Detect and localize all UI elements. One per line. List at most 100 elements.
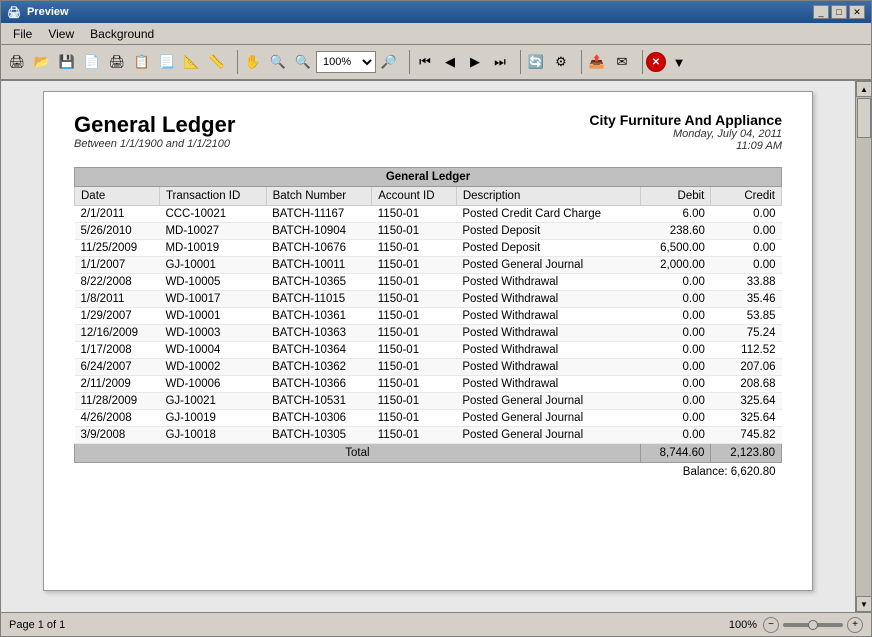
table-row: 2/1/2011 CCC-10021 BATCH-11167 1150-01 P… bbox=[75, 206, 782, 223]
cell-description: Posted Deposit bbox=[456, 223, 640, 240]
scroll-track[interactable] bbox=[856, 97, 871, 596]
ledger-table: General Ledger Date Transaction ID Batch… bbox=[74, 167, 782, 481]
cell-debit: 0.00 bbox=[640, 376, 711, 393]
scroll-down-btn[interactable]: ▼ bbox=[856, 596, 871, 612]
zoom-minus-btn[interactable]: − bbox=[763, 617, 779, 633]
cell-description: Posted Withdrawal bbox=[456, 291, 640, 308]
menu-file[interactable]: File bbox=[5, 25, 40, 43]
cell-date: 2/1/2011 bbox=[75, 206, 160, 223]
cell-batch-number: BATCH-10363 bbox=[266, 325, 372, 342]
cell-credit: 207.06 bbox=[711, 359, 782, 376]
table-data-body: 2/1/2011 CCC-10021 BATCH-11167 1150-01 P… bbox=[75, 206, 782, 444]
cell-batch-number: BATCH-10011 bbox=[266, 257, 372, 274]
cell-description: Posted General Journal bbox=[456, 410, 640, 427]
balance-cell: Balance: 6,620.80 bbox=[75, 463, 782, 482]
toolbar-separator-1 bbox=[232, 50, 238, 74]
cell-transaction-id: MD-10027 bbox=[159, 223, 266, 240]
toolbar-next-btn[interactable]: ▶ bbox=[463, 50, 487, 74]
cell-credit: 33.88 bbox=[711, 274, 782, 291]
cell-transaction-id: CCC-10021 bbox=[159, 206, 266, 223]
toolbar-email-btn[interactable]: ✉ bbox=[610, 50, 634, 74]
zoom-plus-btn[interactable]: + bbox=[847, 617, 863, 633]
cell-debit: 0.00 bbox=[640, 274, 711, 291]
page-info: Page 1 of 1 bbox=[9, 619, 65, 631]
toolbar-first-btn[interactable]: ⏮ bbox=[413, 50, 437, 74]
cell-debit: 2,000.00 bbox=[640, 257, 711, 274]
cell-date: 1/17/2008 bbox=[75, 342, 160, 359]
toolbar-zoomin-btn[interactable]: 🔍 bbox=[291, 50, 315, 74]
table-row: 11/28/2009 GJ-10021 BATCH-10531 1150-01 … bbox=[75, 393, 782, 410]
balance-row: Balance: 6,620.80 bbox=[75, 463, 782, 482]
toolbar-export2-btn[interactable]: 📤 bbox=[585, 50, 609, 74]
cell-description: Posted General Journal bbox=[456, 257, 640, 274]
table-row: 5/26/2010 MD-10027 BATCH-10904 1150-01 P… bbox=[75, 223, 782, 240]
total-label: Total bbox=[75, 444, 641, 463]
toolbar-landscape-btn[interactable]: 📋 bbox=[130, 50, 154, 74]
col-debit: Debit bbox=[640, 187, 711, 206]
col-transaction-id: Transaction ID bbox=[159, 187, 266, 206]
cell-date: 6/24/2007 bbox=[75, 359, 160, 376]
toolbar-toggle-btn[interactable]: ⚙ bbox=[549, 50, 573, 74]
cell-credit: 325.64 bbox=[711, 393, 782, 410]
toolbar-zoomout-btn[interactable]: 🔎 bbox=[377, 50, 401, 74]
cell-account-id: 1150-01 bbox=[372, 342, 457, 359]
close-button[interactable]: ✕ bbox=[849, 5, 865, 19]
maximize-button[interactable]: □ bbox=[831, 5, 847, 19]
toolbar-portrait-btn[interactable]: 📃 bbox=[155, 50, 179, 74]
cell-date: 11/28/2009 bbox=[75, 393, 160, 410]
report-paper: General Ledger Between 1/1/1900 and 1/1/… bbox=[43, 91, 813, 591]
total-debit: 8,744.60 bbox=[640, 444, 711, 463]
zoom-select[interactable]: 100% 50% 75% 100% 125% 150% 200% bbox=[316, 51, 376, 73]
cell-credit: 53.85 bbox=[711, 308, 782, 325]
toolbar-separator-2 bbox=[404, 50, 410, 74]
cell-account-id: 1150-01 bbox=[372, 223, 457, 240]
menu-background[interactable]: Background bbox=[82, 25, 162, 43]
menu-bar: File View Background bbox=[1, 23, 871, 45]
cell-debit: 0.00 bbox=[640, 308, 711, 325]
toolbar-refresh-btn[interactable]: 🔄 bbox=[524, 50, 548, 74]
cell-transaction-id: WD-10004 bbox=[159, 342, 266, 359]
cell-batch-number: BATCH-10366 bbox=[266, 376, 372, 393]
scroll-up-btn[interactable]: ▲ bbox=[856, 81, 871, 97]
cell-debit: 0.00 bbox=[640, 342, 711, 359]
cell-account-id: 1150-01 bbox=[372, 376, 457, 393]
toolbar-open-btn[interactable]: 📂 bbox=[30, 50, 54, 74]
scroll-thumb[interactable] bbox=[857, 98, 871, 138]
table-col-headers: Date Transaction ID Batch Number Account… bbox=[75, 187, 782, 206]
cell-debit: 0.00 bbox=[640, 427, 711, 444]
toolbar-print2-btn[interactable]: 🖨 bbox=[105, 50, 129, 74]
cell-transaction-id: GJ-10001 bbox=[159, 257, 266, 274]
cell-account-id: 1150-01 bbox=[372, 240, 457, 257]
cell-description: Posted Withdrawal bbox=[456, 274, 640, 291]
company-name: City Furniture And Appliance bbox=[589, 112, 782, 128]
minimize-button[interactable]: _ bbox=[813, 5, 829, 19]
table-section-header: General Ledger bbox=[75, 168, 782, 187]
table-footer: Total 8,744.60 2,123.80 Balance: 6,620.8… bbox=[75, 444, 782, 482]
title-bar: 🖨 Preview _ □ ✕ bbox=[1, 1, 871, 23]
toolbar-export-btn[interactable]: 📄 bbox=[80, 50, 104, 74]
app-window: 🖨 Preview _ □ ✕ File View Background 🖨 📂… bbox=[0, 0, 872, 637]
cell-credit: 112.52 bbox=[711, 342, 782, 359]
cell-debit: 238.60 bbox=[640, 223, 711, 240]
cell-account-id: 1150-01 bbox=[372, 206, 457, 223]
toolbar-prev-btn[interactable]: ◀ bbox=[438, 50, 462, 74]
table-row: 11/25/2009 MD-10019 BATCH-10676 1150-01 … bbox=[75, 240, 782, 257]
toolbar-pan-btn[interactable]: ✋ bbox=[241, 50, 265, 74]
toolbar-print-btn[interactable]: 🖨 bbox=[5, 50, 29, 74]
toolbar-more-btn[interactable]: ▼ bbox=[667, 50, 691, 74]
report-time: 11:09 AM bbox=[589, 140, 782, 152]
menu-view[interactable]: View bbox=[40, 25, 82, 43]
toolbar-search-btn[interactable]: 🔍 bbox=[266, 50, 290, 74]
zoom-slider-thumb[interactable] bbox=[808, 620, 818, 630]
zoom-slider[interactable] bbox=[783, 623, 843, 627]
toolbar-margins-btn[interactable]: 📏 bbox=[205, 50, 229, 74]
cell-description: Posted Withdrawal bbox=[456, 376, 640, 393]
cell-transaction-id: GJ-10019 bbox=[159, 410, 266, 427]
toolbar-save-btn[interactable]: 💾 bbox=[55, 50, 79, 74]
scrollbar-right: ▲ ▼ bbox=[855, 81, 871, 612]
toolbar-stop-btn[interactable]: ✕ bbox=[646, 52, 666, 72]
toolbar-pagesetup-btn[interactable]: 📐 bbox=[180, 50, 204, 74]
toolbar-last-btn[interactable]: ⏭ bbox=[488, 50, 512, 74]
report-title-block: General Ledger Between 1/1/1900 and 1/1/… bbox=[74, 112, 235, 150]
table-row: 2/11/2009 WD-10006 BATCH-10366 1150-01 P… bbox=[75, 376, 782, 393]
